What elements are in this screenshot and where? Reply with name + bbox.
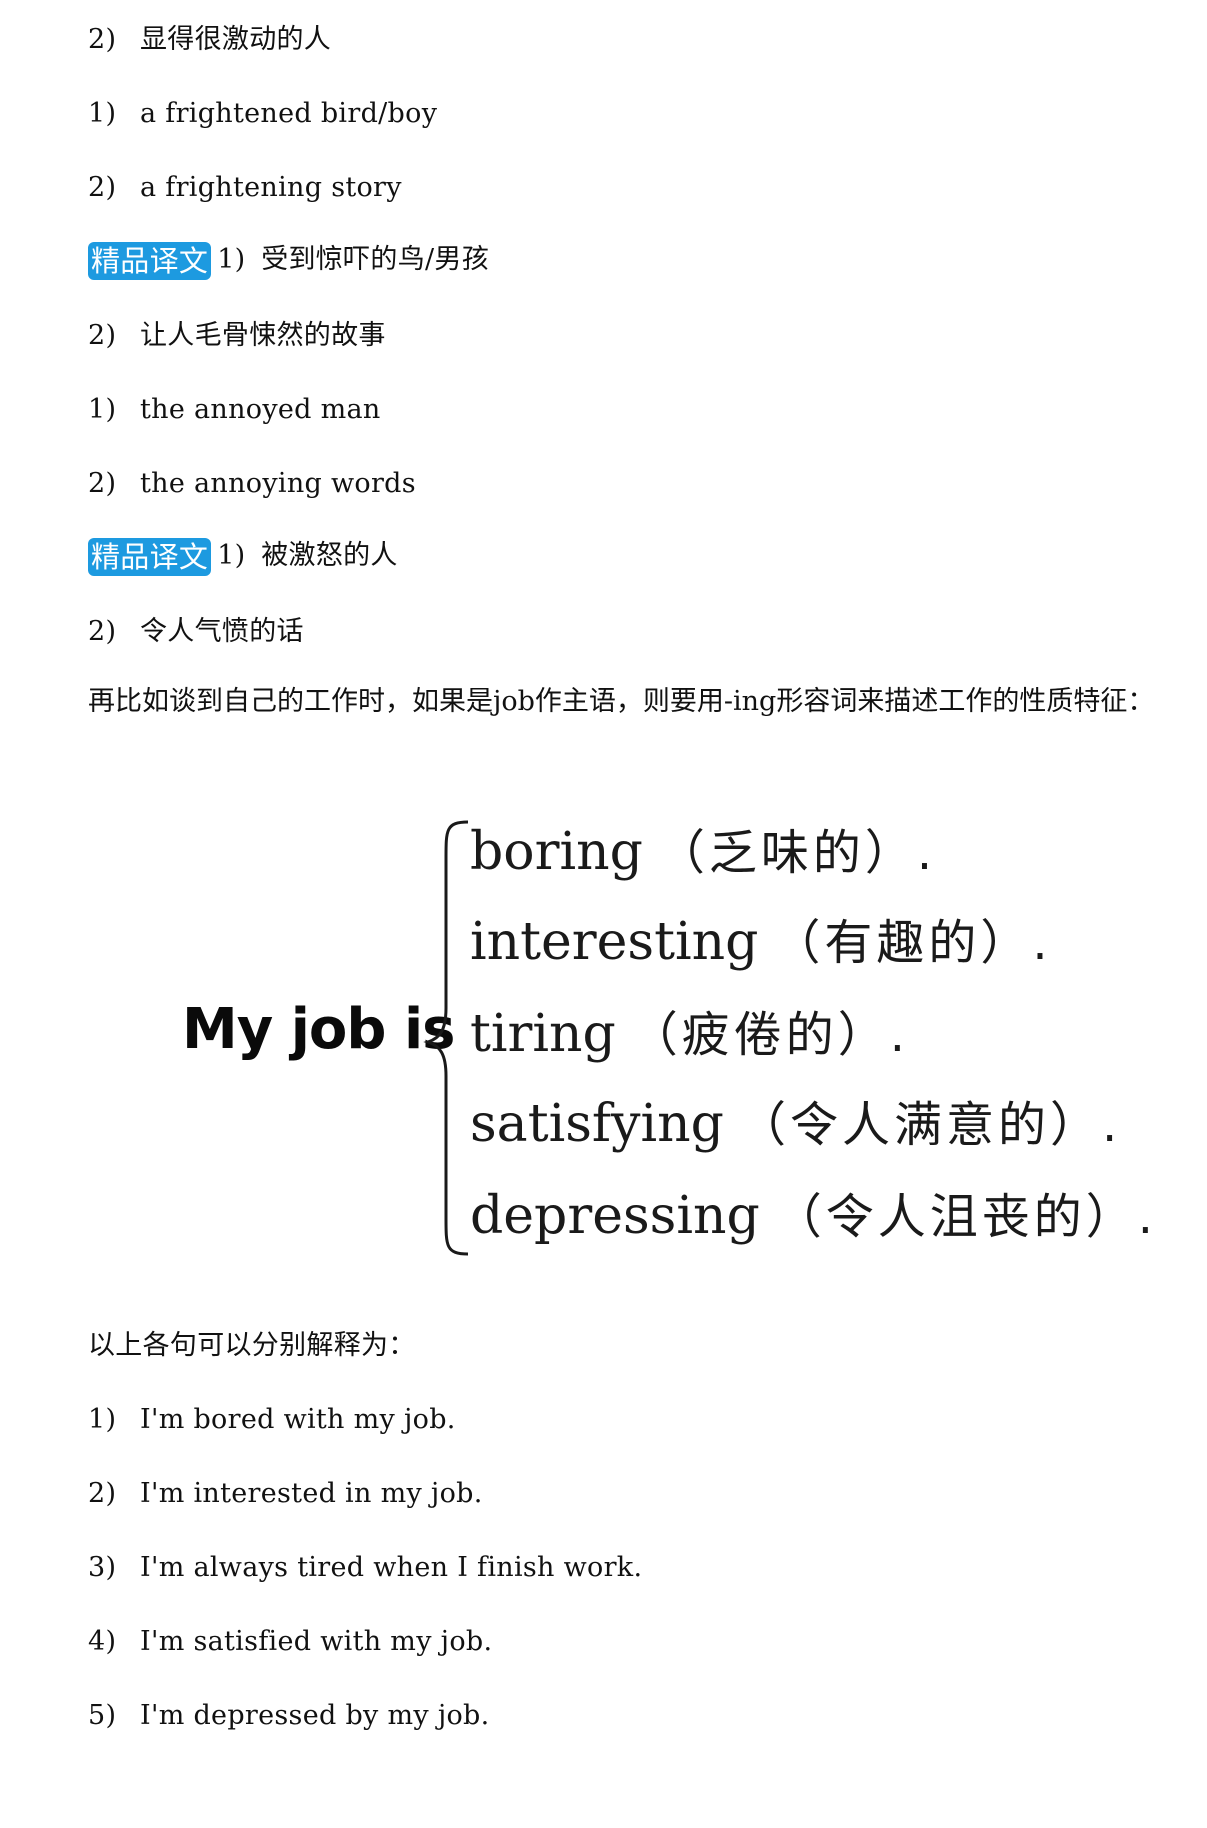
item-text: 让人毛骨悚然的故事: [140, 320, 386, 351]
list-item: 2) a frightening story: [88, 170, 402, 206]
item-text: 显得很激动的人: [140, 24, 332, 55]
item-number: 2): [88, 24, 117, 55]
explain-intro: 以上各句可以分别解释为：: [88, 1330, 416, 1361]
figure-item: depressing （令人沮丧的）.: [470, 1184, 1157, 1249]
list-item: 2) I'm interested in my job.: [88, 1476, 483, 1512]
item-text: 被激怒的人: [261, 540, 398, 571]
item-number: 1): [88, 1404, 117, 1435]
item-text: I'm bored with my job.: [140, 1404, 456, 1435]
item-text: I'm satisfied with my job.: [140, 1626, 493, 1657]
translation-line: 精品译文 1) 受到惊吓的鸟/男孩: [88, 242, 489, 280]
list-item: 1) I'm bored with my job.: [88, 1402, 456, 1438]
list-item: 5) I'm depressed by my job.: [88, 1698, 490, 1734]
figure-gloss: （令人沮丧的）.: [773, 1189, 1158, 1245]
item-text: a frightened bird/boy: [140, 98, 438, 129]
list-item: 4) I'm satisfied with my job.: [88, 1624, 492, 1660]
item-text: the annoyed man: [140, 394, 381, 425]
item-number: 1): [88, 394, 117, 425]
figure-gloss: （疲倦的）.: [629, 1007, 910, 1063]
figure-item: boring （乏味的）.: [470, 820, 936, 885]
figure-subject: My job is: [182, 997, 456, 1062]
item-number: 1): [217, 244, 246, 275]
list-item: 2) 让人毛骨悚然的故事: [88, 318, 386, 354]
item-text: I'm interested in my job.: [140, 1478, 483, 1509]
figure-word: depressing: [470, 1186, 760, 1246]
item-text: a frightening story: [140, 172, 402, 203]
list-item: 3) I'm always tired when I finish work.: [88, 1550, 642, 1586]
list-item: 1) a frightened bird/boy: [88, 96, 437, 132]
item-number: 1): [88, 98, 117, 129]
item-text: 令人气愤的话: [140, 616, 304, 647]
figure-item: satisfying （令人满意的）.: [470, 1092, 1121, 1157]
figure-gloss: （有趣的）.: [772, 915, 1052, 971]
list-item: 2) 令人气愤的话: [88, 614, 304, 650]
body-paragraph: 再比如谈到自己的工作时，如果是job作主语，则要用-ing形容词来描述工作的性质…: [88, 686, 1155, 717]
job-adjectives-figure: My job is boring （乏味的）. interesting （有趣的）.…: [0, 800, 1207, 1270]
item-text: I'm always tired when I finish work.: [140, 1552, 643, 1583]
item-text: the annoying words: [140, 468, 416, 499]
list-item: 2) 显得很激动的人: [88, 22, 331, 58]
item-number: 2): [88, 1478, 117, 1509]
figure-gloss: （乏味的）.: [656, 825, 937, 881]
item-text: I'm depressed by my job.: [140, 1700, 490, 1731]
figure-item: tiring （疲倦的）.: [470, 1002, 909, 1067]
translation-line: 精品译文 1) 被激怒的人: [88, 538, 398, 576]
item-number: 2): [88, 172, 117, 203]
item-text: 受到惊吓的鸟/男孩: [261, 244, 489, 275]
figure-word: boring: [470, 822, 643, 882]
figure-word: satisfying: [470, 1094, 724, 1154]
list-item: 2) the annoying words: [88, 466, 416, 502]
figure-word: interesting: [470, 912, 759, 972]
item-number: 4): [88, 1626, 117, 1657]
item-number: 2): [88, 320, 117, 351]
item-number: 2): [88, 616, 117, 647]
item-number: 5): [88, 1700, 117, 1731]
list-item: 1) the annoyed man: [88, 392, 381, 428]
translation-badge: 精品译文: [88, 538, 212, 576]
figure-gloss: （令人满意的）.: [737, 1097, 1122, 1153]
item-number: 3): [88, 1552, 117, 1583]
item-number: 1): [217, 540, 246, 571]
figure-item: interesting （有趣的）.: [470, 910, 1052, 975]
figure-word: tiring: [470, 1004, 616, 1064]
translation-badge: 精品译文: [88, 242, 212, 280]
item-number: 2): [88, 468, 117, 499]
